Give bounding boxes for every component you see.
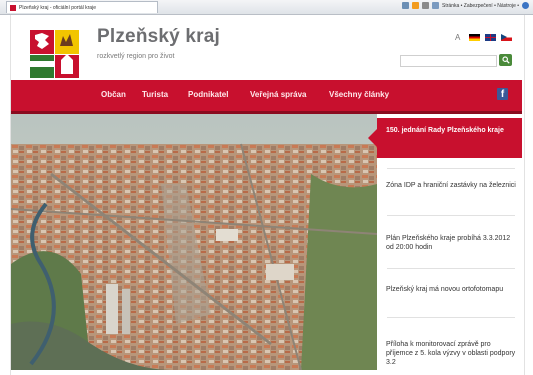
news-item[interactable]: Plzeňský kraj má novou ortofotomapu bbox=[386, 285, 516, 294]
flag-en-icon[interactable] bbox=[485, 34, 497, 41]
site-tagline: rozkvetlý region pro život bbox=[97, 53, 175, 60]
site-title[interactable]: Plzeňský kraj bbox=[97, 26, 220, 48]
nav-item-verejna-sprava[interactable]: Veřejná správa bbox=[250, 90, 306, 99]
browser-command-bar: Stránka • Zabezpečení • Nástroje • bbox=[402, 2, 529, 9]
search-button[interactable] bbox=[499, 54, 512, 66]
home-icon[interactable] bbox=[402, 2, 410, 9]
news-item[interactable]: Plán Plzeňského kraje probíhá 3.3.2012 o… bbox=[386, 234, 516, 252]
active-news-arrow-icon bbox=[368, 128, 378, 148]
browser-tab[interactable]: Plzeňský kraj - oficiální portál kraje bbox=[6, 1, 158, 13]
site-header bbox=[11, 15, 522, 80]
news-divider bbox=[387, 215, 515, 216]
city-aerial-photo[interactable] bbox=[11, 114, 377, 370]
news-divider bbox=[387, 168, 515, 169]
rss-feed-icon[interactable] bbox=[412, 2, 420, 9]
nav-item-turista[interactable]: Turista bbox=[142, 90, 168, 99]
font-size-icon[interactable]: A bbox=[455, 33, 460, 42]
language-switcher: A bbox=[455, 33, 513, 42]
news-item[interactable]: 150. jednání Rady Plzeňského kraje bbox=[386, 126, 516, 135]
news-item[interactable]: Příloha k monitorovací zprávě pro příjem… bbox=[386, 340, 516, 367]
search-icon bbox=[501, 56, 510, 64]
nav-item-vsechny-clanky[interactable]: Všechny články bbox=[329, 90, 389, 99]
browser-menu-labels[interactable]: Stránka • Zabezpečení • Nástroje • bbox=[442, 3, 519, 9]
flag-cz-icon[interactable] bbox=[501, 34, 513, 41]
facebook-icon[interactable]: f bbox=[497, 88, 508, 100]
print-icon[interactable] bbox=[432, 2, 440, 9]
news-divider bbox=[387, 317, 515, 318]
browser-toolbar: Plzeňský kraj - oficiální portál kraje S… bbox=[0, 0, 533, 15]
coat-of-arms-logo[interactable] bbox=[30, 30, 80, 78]
news-item-active-highlight bbox=[377, 118, 522, 158]
browser-tab-title: Plzeňský kraj - oficiální portál kraje bbox=[19, 4, 96, 11]
news-divider bbox=[387, 268, 515, 269]
site-favicon-icon bbox=[10, 4, 16, 11]
help-icon[interactable] bbox=[522, 2, 529, 9]
nav-item-obcan[interactable]: Občan bbox=[101, 90, 126, 99]
main-navigation: Občan Turista Podnikatel Veřejná správa … bbox=[11, 80, 522, 114]
search-input[interactable] bbox=[400, 55, 497, 67]
nav-item-podnikatel[interactable]: Podnikatel bbox=[188, 90, 228, 99]
mail-icon[interactable] bbox=[422, 2, 430, 9]
news-item[interactable]: Zóna IDP a hraniční zastávky na železnic… bbox=[386, 181, 516, 190]
flag-de-icon[interactable] bbox=[469, 34, 481, 41]
